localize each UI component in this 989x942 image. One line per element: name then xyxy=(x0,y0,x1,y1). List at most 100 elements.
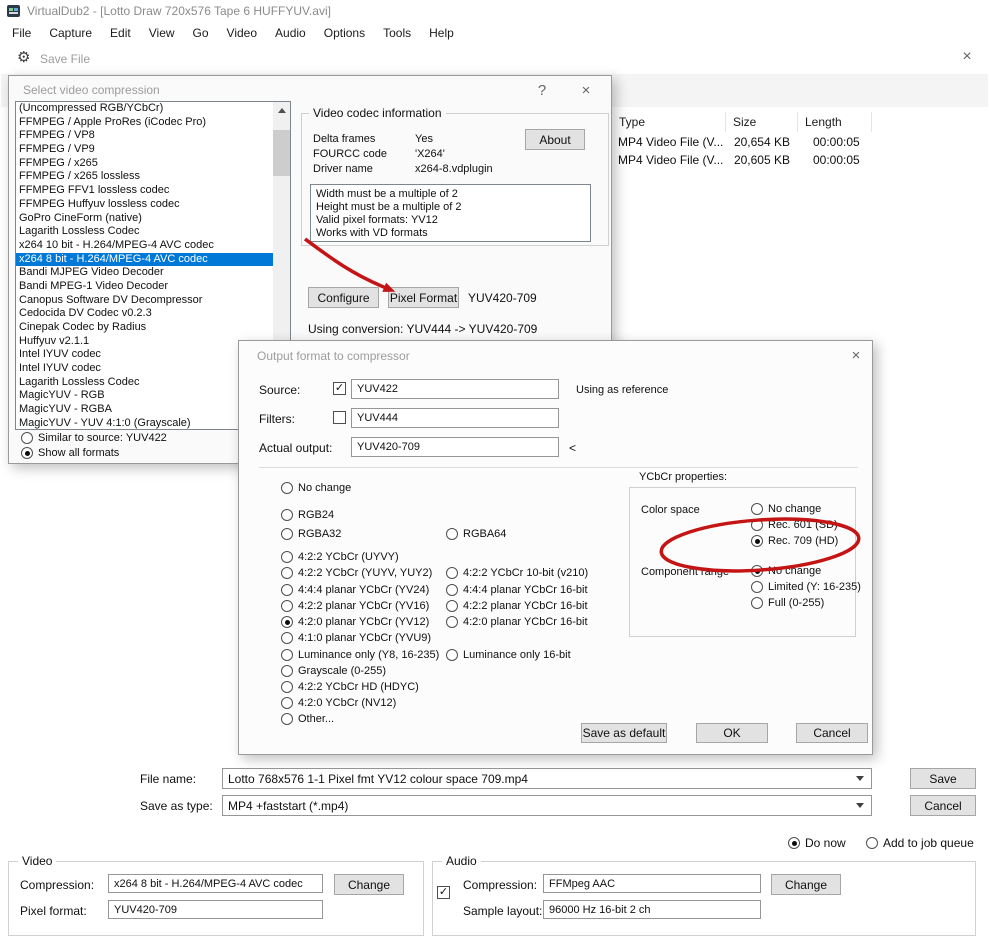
codec-list-item[interactable]: FFMPEG FFV1 lossless codec xyxy=(16,184,273,198)
configure-button[interactable]: Configure xyxy=(308,287,379,308)
menu-view[interactable]: View xyxy=(140,24,184,42)
filters-checkbox[interactable] xyxy=(333,411,346,424)
column-header-size[interactable]: Size xyxy=(726,112,798,132)
color-space-option[interactable]: Rec. 601 (SD) xyxy=(751,519,838,531)
pixel-format-button[interactable]: Pixel Format xyxy=(388,287,459,308)
close-icon[interactable]: × xyxy=(575,82,597,100)
save-as-default-button[interactable]: Save as default xyxy=(581,723,667,743)
codec-list-item[interactable]: Bandi MPEG-1 Video Decoder xyxy=(16,280,273,294)
chevron-down-icon[interactable] xyxy=(856,803,864,808)
save-button[interactable]: Save xyxy=(910,768,976,789)
source-checkbox[interactable]: ✓ xyxy=(333,382,346,395)
do-now-radio[interactable]: Do now xyxy=(788,836,846,850)
codec-list-item[interactable]: MagicYUV - YUV 4:1:0 (Grayscale) xyxy=(16,417,273,429)
audio-change-button[interactable]: Change xyxy=(771,874,841,895)
add-to-job-queue-radio[interactable]: Add to job queue xyxy=(866,836,974,850)
codec-list-item[interactable]: Lagarith Lossless Codec xyxy=(16,376,273,390)
menu-help[interactable]: Help xyxy=(420,24,463,42)
audio-enable-checkbox[interactable]: ✓ xyxy=(437,886,450,899)
color-space-option-rec709[interactable]: Rec. 709 (HD) xyxy=(751,535,838,547)
format-option[interactable]: 4:2:2 YCbCr (UYVY) xyxy=(281,551,399,563)
format-option[interactable]: 4:4:4 planar YCbCr (YV24) xyxy=(281,584,429,596)
format-option[interactable]: No change xyxy=(281,482,351,494)
cancel-button[interactable]: Cancel xyxy=(910,795,976,816)
format-option[interactable]: Luminance only 16-bit xyxy=(446,649,571,661)
file-row[interactable]: MP4 Video File (V... 20,605 KB 00:00:05 xyxy=(612,152,980,169)
file-row[interactable]: MP4 Video File (V... 20,654 KB 00:00:05 xyxy=(612,134,980,151)
chevron-down-icon[interactable] xyxy=(856,776,864,781)
menu-audio[interactable]: Audio xyxy=(266,24,315,42)
format-option[interactable]: RGBA32 xyxy=(281,528,341,540)
source-format-input[interactable]: YUV422 xyxy=(351,379,559,399)
format-option-label: 4:2:2 YCbCr HD (HDYC) xyxy=(298,681,419,693)
codec-list-item[interactable]: Bandi MJPEG Video Decoder xyxy=(16,266,273,280)
ok-button[interactable]: OK xyxy=(696,723,768,743)
close-icon[interactable]: × xyxy=(845,347,867,365)
scroll-up-button[interactable] xyxy=(273,102,290,118)
codec-list-item[interactable]: GoPro CineForm (native) xyxy=(16,212,273,226)
codec-list-item[interactable]: x264 10 bit - H.264/MPEG-4 AVC codec xyxy=(16,239,273,253)
window-titlebar[interactable]: VirtualDub2 - [Lotto Draw 720x576 Tape 6… xyxy=(0,0,989,22)
component-range-option[interactable]: Full (0-255) xyxy=(751,597,824,609)
format-option[interactable]: 4:2:2 planar YCbCr (YV16) xyxy=(281,600,429,612)
similar-to-source-radio[interactable]: Similar to source: YUV422 xyxy=(21,432,167,444)
close-icon[interactable]: × xyxy=(956,48,978,66)
codec-list-item[interactable]: MagicYUV - RGB xyxy=(16,389,273,403)
format-option[interactable]: Luminance only (Y8, 16-235) xyxy=(281,649,439,661)
codec-list-item[interactable]: Huffyuv v2.1.1 xyxy=(16,335,273,349)
menu-tools[interactable]: Tools xyxy=(374,24,420,42)
column-header-label: Size xyxy=(733,115,757,129)
codec-list-item[interactable]: Intel IYUV codec xyxy=(16,362,273,376)
format-option-yv12[interactable]: 4:2:0 planar YCbCr (YV12) xyxy=(281,616,429,628)
menu-video[interactable]: Video xyxy=(218,24,266,42)
codec-list-item[interactable]: FFMPEG / Apple ProRes (iCodec Pro) xyxy=(16,116,273,130)
codec-note: Width must be a multiple of 2 xyxy=(316,188,458,200)
codec-list-item[interactable]: MagicYUV - RGBA xyxy=(16,403,273,417)
menu-options[interactable]: Options xyxy=(315,24,374,42)
menu-file[interactable]: File xyxy=(3,24,40,42)
format-option[interactable]: 4:2:0 planar YCbCr 16-bit xyxy=(446,616,588,628)
about-button[interactable]: About xyxy=(525,129,585,150)
codec-list-item[interactable]: FFMPEG / x265 lossless xyxy=(16,170,273,184)
codec-list-item[interactable]: Intel IYUV codec xyxy=(16,348,273,362)
codec-list-item[interactable]: (Uncompressed RGB/YCbCr) xyxy=(16,102,273,116)
codec-list-item[interactable]: Canopus Software DV Decompressor xyxy=(16,294,273,308)
format-option[interactable]: 4:2:2 planar YCbCr 16-bit xyxy=(446,600,588,612)
color-space-option[interactable]: No change xyxy=(751,503,821,515)
menu-capture[interactable]: Capture xyxy=(40,24,101,42)
help-icon[interactable]: ? xyxy=(531,82,553,100)
menu-go[interactable]: Go xyxy=(184,24,218,42)
column-header-length[interactable]: Length xyxy=(798,112,872,132)
format-option[interactable]: 4:4:4 planar YCbCr 16-bit xyxy=(446,584,588,596)
save-as-type-select[interactable]: MP4 +faststart (*.mp4) xyxy=(222,795,872,816)
show-all-formats-radio[interactable]: Show all formats xyxy=(21,447,119,459)
codec-list-item[interactable]: Lagarith Lossless Codec xyxy=(16,225,273,239)
codec-list-item[interactable]: FFMPEG / VP8 xyxy=(16,129,273,143)
codec-list-item[interactable]: Cedocida DV Codec v0.2.3 xyxy=(16,307,273,321)
file-name-input[interactable]: Lotto 768x576 1-1 Pixel fmt YV12 colour … xyxy=(222,768,872,789)
format-option[interactable]: RGB24 xyxy=(281,509,334,521)
format-option[interactable]: 4:2:2 YCbCr HD (HDYC) xyxy=(281,681,419,693)
format-option[interactable]: 4:2:2 YCbCr 10-bit (v210) xyxy=(446,567,588,579)
format-option[interactable]: 4:1:0 planar YCbCr (YVU9) xyxy=(281,632,431,644)
file-length: 00:00:05 xyxy=(813,135,860,149)
cancel-button[interactable]: Cancel xyxy=(796,723,868,743)
codec-list-item[interactable]: FFMPEG Huffyuv lossless codec xyxy=(16,198,273,212)
menu-edit[interactable]: Edit xyxy=(101,24,140,42)
component-range-option[interactable]: Limited (Y: 16-235) xyxy=(751,581,861,593)
format-option[interactable]: Other... xyxy=(281,713,334,725)
codec-list-item[interactable]: FFMPEG / x265 xyxy=(16,157,273,171)
column-header-type[interactable]: Type xyxy=(612,112,726,132)
scroll-thumb[interactable] xyxy=(273,130,290,176)
format-option[interactable]: RGBA64 xyxy=(446,528,506,540)
codec-list-item[interactable]: FFMPEG / VP9 xyxy=(16,143,273,157)
video-change-button[interactable]: Change xyxy=(334,874,404,895)
component-range-option[interactable]: No change xyxy=(751,565,821,577)
radio-icon xyxy=(751,519,763,531)
format-option[interactable]: Grayscale (0-255) xyxy=(281,665,386,677)
format-option[interactable]: 4:2:0 YCbCr (NV12) xyxy=(281,697,396,709)
codec-list-item-selected[interactable]: x264 8 bit - H.264/MPEG-4 AVC codec xyxy=(16,252,273,267)
filters-format-input[interactable]: YUV444 xyxy=(351,408,559,428)
codec-list-item[interactable]: Cinepak Codec by Radius xyxy=(16,321,273,335)
format-option[interactable]: 4:2:2 YCbCr (YUYV, YUY2) xyxy=(281,567,432,579)
